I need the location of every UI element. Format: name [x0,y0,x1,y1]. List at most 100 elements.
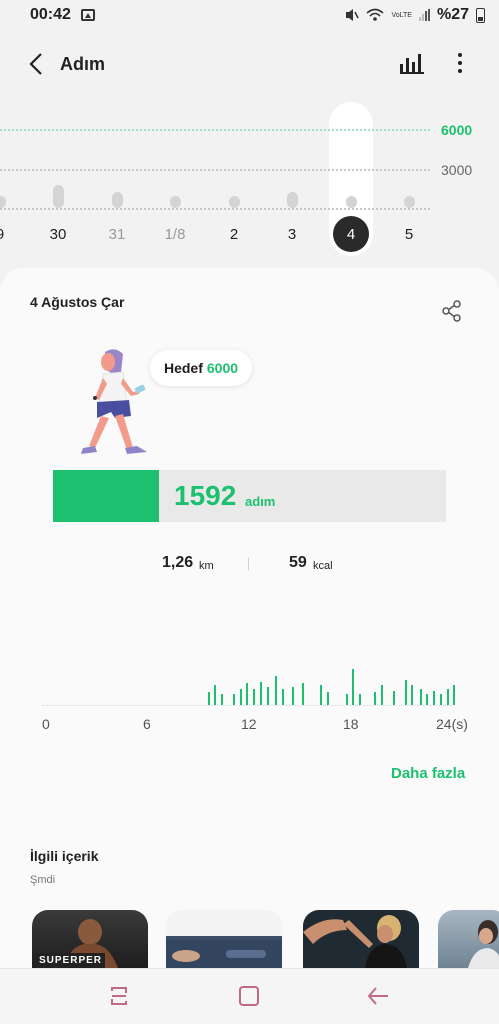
hour-bar [419,688,422,705]
hour-bar [246,683,249,705]
mid-gridline [0,169,430,171]
goal-gridline [0,129,430,131]
date-title: 4 Ağustos Çar [30,294,125,310]
day-label[interactable]: 2 [216,226,252,243]
more-vertical-icon[interactable] [450,48,470,78]
hour-bar [214,685,217,705]
selected-day-label: 4 [346,225,356,243]
hour-bar [345,694,348,705]
related-content-title: İlgili içerik [30,848,99,864]
back-arrow-icon[interactable] [366,985,390,1007]
hour-bar [374,692,377,705]
hour-baseline [42,705,452,706]
volte-label: VoLTE [391,11,412,19]
hour-bar [207,692,210,705]
selected-day-indicator[interactable]: 4 [333,216,369,252]
related-card-3[interactable] [303,910,419,968]
sofa-image [166,940,282,968]
signal-icon [418,9,430,21]
day-bar[interactable] [403,196,415,208]
mid-axis-label: 3000 [441,162,473,178]
hour-bar [327,692,330,705]
day-label[interactable]: 5 [391,226,427,243]
recent-apps-icon[interactable] [108,985,130,1007]
day-bar[interactable] [52,184,64,208]
share-icon[interactable] [441,300,463,322]
hour-bar [266,687,269,705]
day-label[interactable]: 3 [274,226,310,243]
day-label[interactable]: 1/8 [157,226,193,243]
steps-progress-fill [53,470,160,522]
mute-icon [346,9,360,21]
stats-row: 1,26 km 59 kcal [0,552,499,576]
related-card-2[interactable] [166,910,282,968]
home-icon[interactable] [239,986,259,1006]
woman-stretch-image [303,915,407,968]
status-time: 00:42 [30,6,71,23]
related-card-1-label: SUPERPER [36,953,106,968]
hour-axis-label: 12 [241,716,257,732]
hour-bar [291,687,294,705]
woman-outdoor-image [468,920,499,968]
step-unit: adım [245,494,276,509]
page-title: Adım [60,53,105,74]
hour-bar [359,694,362,705]
day-label[interactable]: 9 [0,226,18,243]
hour-bar [232,694,235,705]
wifi-icon [366,8,384,21]
goal-value: 6000 [206,360,239,376]
base-gridline [0,208,430,210]
status-icons: VoLTE %27 [345,6,485,24]
hour-bar [426,694,429,705]
related-card-4[interactable] [438,910,499,968]
day-label[interactable]: 30 [40,226,76,243]
hour-bar [404,679,407,705]
chevron-left-icon [29,53,42,75]
hour-axis-label: 24(s) [436,716,468,732]
hour-bar [253,688,256,705]
day-bar[interactable] [0,196,6,208]
hour-bar [301,683,304,705]
goal-axis-label: 6000 [441,122,473,138]
hour-axis-label: 18 [343,716,359,732]
distance-unit: km [199,560,214,572]
walking-woman-illustration [81,349,147,454]
back-button[interactable] [8,40,64,88]
hour-bar [446,688,449,705]
hour-bar [453,685,456,705]
day-bar[interactable] [169,196,181,208]
hour-bar [259,681,262,705]
weekly-steps-chart: 6000 3000 9 30 31 1/8 2 3 5 4 [0,100,499,260]
bar-chart-icon[interactable] [400,52,424,74]
hour-axis-label: 0 [42,716,50,732]
more-link[interactable]: Daha fazla [391,765,465,782]
day-bar[interactable] [111,192,123,208]
step-count: 1592 [174,480,237,511]
calories-unit: kcal [313,560,333,572]
day-bar[interactable] [228,196,240,208]
related-content-subtitle: Şmdi [30,874,56,886]
app-bar: Adım [0,40,499,88]
battery-percent: %27 [436,6,469,23]
day-bar[interactable] [286,192,298,208]
related-card-1[interactable]: SUPERPER [32,910,148,968]
gallery-notification-icon [80,9,95,21]
distance-value: 1,26 [162,554,194,571]
status-bar: 00:42 VoLTE %27 [0,0,499,30]
volte-icon: VoLTE [391,12,412,19]
hour-bar [433,690,436,705]
hour-bar [274,676,277,705]
day-label[interactable]: 31 [99,226,135,243]
hour-bar [352,669,355,705]
system-nav-bar [0,968,499,1024]
hourly-steps-chart: 0 6 12 18 24(s) [0,668,499,748]
hour-bar [439,694,442,705]
hour-bar [392,690,395,705]
battery-icon [476,7,485,23]
hour-axis-label: 6 [143,716,151,732]
stat-divider [248,558,249,570]
hour-bar [239,688,242,705]
goal-prefix: Hedef [163,360,203,376]
day-detail-card: 4 Ağustos Çar Hedef 6000 1592 adım 1,26 … [0,268,499,968]
day-bar[interactable] [345,196,357,208]
